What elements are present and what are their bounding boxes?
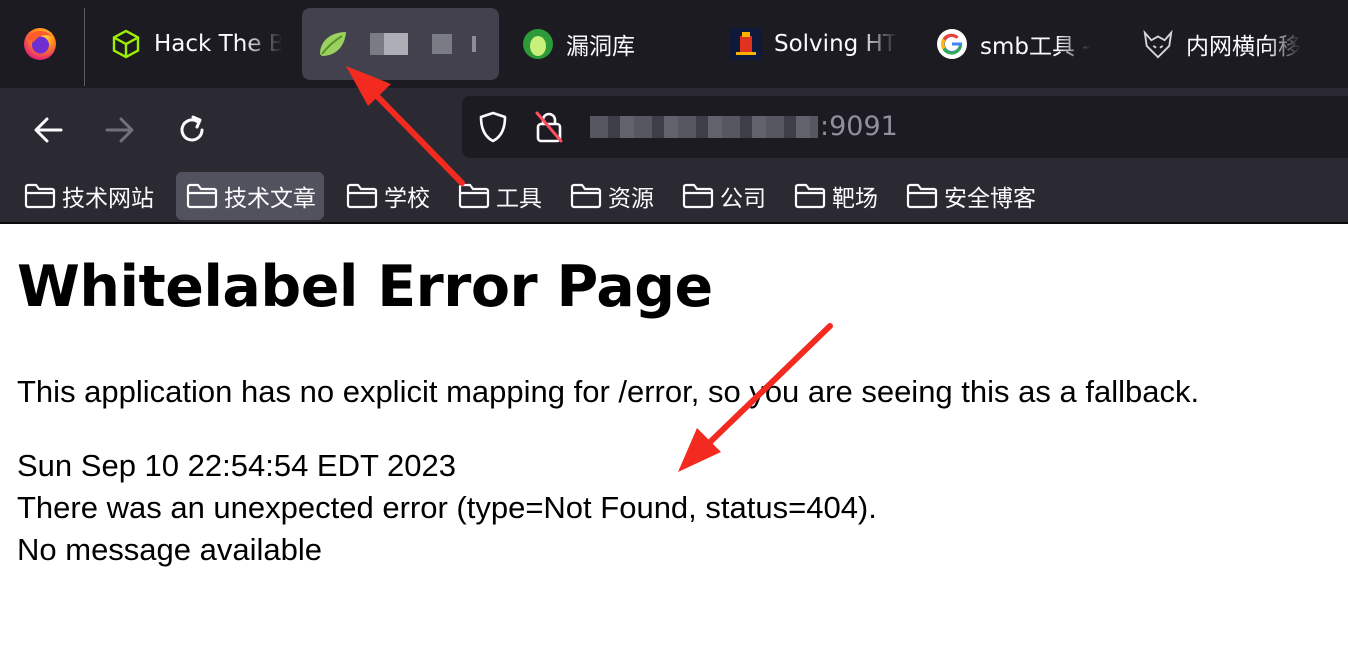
folder-icon bbox=[24, 183, 56, 209]
browser-window: Hack The B 漏洞库 Solving HT smb工具 - 内网横向移 … bbox=[0, 0, 1348, 650]
bookmark-folder-tools[interactable]: 工具 bbox=[434, 172, 550, 220]
explanation-text: This application has no explicit mapping… bbox=[17, 374, 1200, 409]
tab-vuln-library[interactable]: 漏洞库 bbox=[522, 8, 702, 80]
folder-icon bbox=[682, 183, 714, 209]
page-title: Whitelabel Error Page bbox=[17, 254, 713, 320]
bookmark-label: 靶场 bbox=[832, 186, 878, 212]
tab-smb-tools[interactable]: smb工具 - bbox=[936, 8, 1106, 80]
tab-hack-the-box[interactable]: Hack The B bbox=[110, 8, 282, 80]
wolf-icon bbox=[1142, 28, 1174, 60]
bookmark-folder-tech-articles[interactable]: 技术文章 bbox=[176, 172, 324, 220]
tab-solving-htb[interactable]: Solving HT bbox=[730, 8, 902, 80]
reload-icon bbox=[180, 115, 204, 142]
bookmark-label: 公司 bbox=[720, 186, 766, 212]
insecure-lock-icon[interactable] bbox=[532, 110, 566, 144]
back-arrow-icon bbox=[34, 117, 63, 143]
error-message: No message available bbox=[17, 532, 323, 567]
redacted-host-block bbox=[590, 116, 818, 138]
firefox-logo-icon[interactable] bbox=[22, 26, 58, 62]
tab-title: smb工具 - bbox=[980, 34, 1091, 60]
bookmark-label: 工具 bbox=[496, 186, 542, 212]
green-blob-icon bbox=[522, 28, 554, 60]
folder-icon bbox=[458, 183, 490, 209]
forward-button[interactable] bbox=[100, 110, 140, 150]
bookmark-folder-company[interactable]: 公司 bbox=[658, 172, 774, 220]
tab-spring-active[interactable] bbox=[302, 8, 499, 80]
bookmark-folder-school[interactable]: 学校 bbox=[322, 172, 438, 220]
bookmarks-toolbar: 技术网站 技术文章 学校 工具 资源 公司 靶场 安全博客 bbox=[0, 172, 1348, 224]
spring-leaf-icon bbox=[316, 28, 348, 60]
navigation-toolbar: :9091 bbox=[0, 88, 1348, 172]
castle-icon bbox=[730, 28, 762, 60]
folder-icon bbox=[794, 183, 826, 209]
page-content: Whitelabel Error Page This application h… bbox=[0, 226, 1348, 650]
address-bar[interactable]: :9091 bbox=[462, 96, 1348, 158]
bookmark-label: 技术文章 bbox=[224, 186, 316, 212]
hackthebox-cube-icon bbox=[110, 28, 142, 60]
tab-strip-separator bbox=[84, 8, 85, 86]
reload-button[interactable] bbox=[172, 110, 212, 150]
bookmark-label: 技术网站 bbox=[62, 186, 154, 212]
error-type-status: There was an unexpected error (type=Not … bbox=[17, 490, 877, 525]
redacted-title-block bbox=[370, 33, 476, 55]
tab-lateral-movement[interactable]: 内网横向移 bbox=[1142, 8, 1322, 80]
tab-title: Hack The B bbox=[154, 31, 282, 57]
google-g-icon bbox=[936, 28, 968, 60]
tab-title: 内网横向移 bbox=[1186, 34, 1301, 60]
folder-icon bbox=[906, 183, 938, 209]
tab-title: Solving HT bbox=[774, 31, 897, 57]
bookmark-folder-tech-sites[interactable]: 技术网站 bbox=[0, 172, 162, 220]
bookmark-folder-range[interactable]: 靶场 bbox=[770, 172, 886, 220]
url-text[interactable]: :9091 bbox=[590, 110, 898, 144]
folder-icon bbox=[570, 183, 602, 209]
tracking-protection-shield-icon[interactable] bbox=[476, 110, 510, 144]
folder-icon bbox=[186, 183, 218, 209]
url-port: :9091 bbox=[820, 111, 898, 142]
bookmark-folder-security-blogs[interactable]: 安全博客 bbox=[882, 172, 1044, 220]
back-button[interactable] bbox=[28, 110, 68, 150]
folder-icon bbox=[346, 183, 378, 209]
bookmark-label: 资源 bbox=[608, 186, 654, 212]
tab-title: 漏洞库 bbox=[566, 34, 635, 60]
bookmark-label: 安全博客 bbox=[944, 186, 1036, 212]
forward-arrow-icon bbox=[105, 117, 134, 143]
error-timestamp: Sun Sep 10 22:54:54 EDT 2023 bbox=[17, 448, 456, 483]
tab-strip: Hack The B 漏洞库 Solving HT smb工具 - 内网横向移 bbox=[0, 0, 1348, 88]
bookmark-folder-resources[interactable]: 资源 bbox=[546, 172, 662, 220]
bookmark-label: 学校 bbox=[384, 186, 430, 212]
